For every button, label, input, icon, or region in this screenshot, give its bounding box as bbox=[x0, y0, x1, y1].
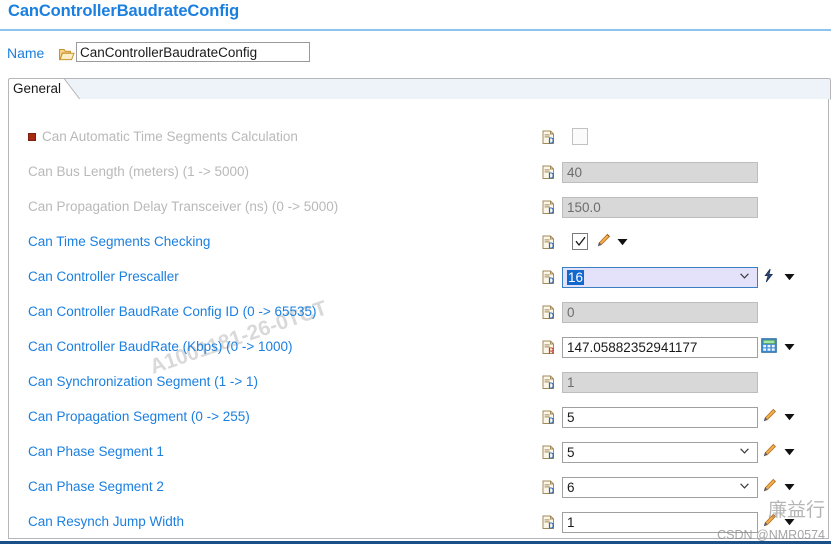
row-label: Can Phase Segment 2 bbox=[28, 479, 164, 494]
dropdown-arrow-icon[interactable] bbox=[784, 273, 795, 281]
table-row: Can Controller Prescaller D 16 bbox=[9, 265, 828, 292]
combo-selected-text: 6 bbox=[567, 480, 575, 495]
row-label: Can Controller BaudRate Config ID (0 -> … bbox=[28, 304, 317, 319]
row-label: Can Controller BaudRate (Kbps) (0 -> 100… bbox=[28, 339, 293, 354]
checkbox-time-segments-checking[interactable] bbox=[572, 233, 588, 250]
svg-text:D: D bbox=[548, 137, 554, 145]
watermark-cn-text: 廉益行 bbox=[767, 499, 825, 521]
table-row: Can Synchronization Segment (1 -> 1) D bbox=[9, 370, 828, 397]
open-folder-icon[interactable] bbox=[59, 48, 75, 61]
general-properties-panel: A1001181-26-0TCT Can Automatic Time Segm… bbox=[8, 99, 829, 539]
svg-text:D: D bbox=[548, 417, 554, 425]
svg-text:D: D bbox=[548, 172, 554, 180]
field-can-propagation-segment[interactable] bbox=[562, 407, 758, 428]
dropdown-arrow-icon[interactable] bbox=[784, 483, 795, 491]
field-can-controller-baudrate[interactable] bbox=[562, 337, 758, 358]
param-doc-icon[interactable]: D bbox=[542, 200, 555, 215]
row-label: Can Automatic Time Segments Calculation bbox=[42, 129, 298, 144]
svg-text:D: D bbox=[548, 487, 554, 495]
param-doc-icon[interactable]: D bbox=[542, 480, 555, 495]
checkbox-automatic-time-segments[interactable] bbox=[572, 128, 588, 145]
pencil-icon[interactable] bbox=[762, 408, 777, 423]
dropdown-arrow-icon[interactable] bbox=[617, 238, 628, 246]
table-row: Can Propagation Segment (0 -> 255) D bbox=[9, 405, 828, 432]
dropdown-arrow-icon[interactable] bbox=[784, 448, 795, 456]
param-doc-icon[interactable]: D bbox=[542, 270, 555, 285]
param-doc-icon[interactable]: D bbox=[542, 515, 555, 530]
combo-selected-text: 16 bbox=[567, 270, 585, 285]
svg-text:D: D bbox=[548, 452, 554, 460]
table-row: Can Controller BaudRate (Kbps) (0 -> 100… bbox=[9, 335, 828, 362]
svg-text:D: D bbox=[548, 277, 554, 285]
calculator-icon[interactable] bbox=[761, 338, 777, 353]
combo-selected-text: 5 bbox=[567, 445, 575, 460]
row-label: Can Propagation Segment (0 -> 255) bbox=[28, 409, 250, 424]
watermark-csdn-id: CSDN @NMR0574 bbox=[717, 528, 825, 542]
name-label: Name bbox=[7, 45, 45, 61]
svg-text:D: D bbox=[548, 382, 554, 390]
table-row: Can Propagation Delay Transceiver (ns) (… bbox=[9, 195, 828, 222]
name-input[interactable] bbox=[76, 42, 310, 62]
param-doc-icon[interactable]: D bbox=[542, 235, 555, 250]
param-doc-icon[interactable]: D bbox=[542, 305, 555, 320]
bottom-border bbox=[0, 541, 831, 544]
svg-text:D: D bbox=[548, 207, 554, 215]
param-doc-icon[interactable]: D bbox=[542, 375, 555, 390]
param-doc-icon[interactable]: D bbox=[542, 165, 555, 180]
svg-text:R: R bbox=[548, 347, 554, 355]
table-row: Can Time Segments Checking D bbox=[9, 230, 828, 257]
param-doc-icon[interactable]: D bbox=[542, 445, 555, 460]
dropdown-arrow-icon[interactable] bbox=[784, 413, 795, 421]
row-label: Can Time Segments Checking bbox=[28, 234, 211, 249]
title-divider bbox=[0, 29, 831, 31]
tab-general-shape[interactable] bbox=[8, 78, 831, 100]
dropdown-arrow-icon[interactable] bbox=[784, 343, 795, 351]
table-row: Can Bus Length (meters) (1 -> 5000) D bbox=[9, 160, 828, 187]
red-square-bullet-icon bbox=[28, 133, 36, 141]
page-title: CanControllerBaudrateConfig bbox=[8, 2, 240, 20]
param-doc-icon[interactable]: D bbox=[542, 410, 555, 425]
pencil-icon[interactable] bbox=[596, 233, 611, 248]
checkmark-icon bbox=[575, 236, 586, 247]
field-baudrate-config-id[interactable] bbox=[562, 302, 758, 323]
param-doc-icon[interactable]: R bbox=[542, 340, 555, 355]
tab-strip bbox=[8, 78, 831, 100]
row-label: Can Propagation Delay Transceiver (ns) (… bbox=[28, 199, 339, 214]
svg-text:D: D bbox=[548, 242, 554, 250]
pencil-icon[interactable] bbox=[762, 443, 777, 458]
param-doc-icon[interactable]: D bbox=[542, 130, 555, 145]
table-row: Can Automatic Time Segments Calculation … bbox=[9, 125, 828, 152]
svg-text:D: D bbox=[548, 522, 554, 530]
row-label: Can Controller Prescaller bbox=[28, 269, 179, 284]
field-can-propagation-delay-transceiver[interactable] bbox=[562, 197, 758, 218]
table-row: Can Controller BaudRate Config ID (0 -> … bbox=[9, 300, 828, 327]
svg-text:D: D bbox=[548, 312, 554, 320]
field-can-synchronization-segment[interactable] bbox=[562, 372, 758, 393]
table-row: Can Phase Segment 1 D 5 bbox=[9, 440, 828, 467]
combo-can-controller-prescaller[interactable]: 16 bbox=[562, 267, 758, 288]
tab-general-label[interactable]: General bbox=[13, 81, 61, 96]
lightning-icon[interactable] bbox=[761, 268, 776, 283]
row-label: Can Synchronization Segment (1 -> 1) bbox=[28, 374, 258, 389]
pencil-icon[interactable] bbox=[762, 478, 777, 493]
field-can-bus-length[interactable] bbox=[562, 162, 758, 183]
combo-can-phase-segment-1[interactable]: 5 bbox=[562, 442, 758, 463]
row-label: Can Resynch Jump Width bbox=[28, 514, 185, 529]
row-label: Can Bus Length (meters) (1 -> 5000) bbox=[28, 164, 249, 179]
row-label: Can Phase Segment 1 bbox=[28, 444, 164, 459]
csdn-watermark: 廉益行 CSDN @NMR0574 bbox=[677, 495, 827, 543]
